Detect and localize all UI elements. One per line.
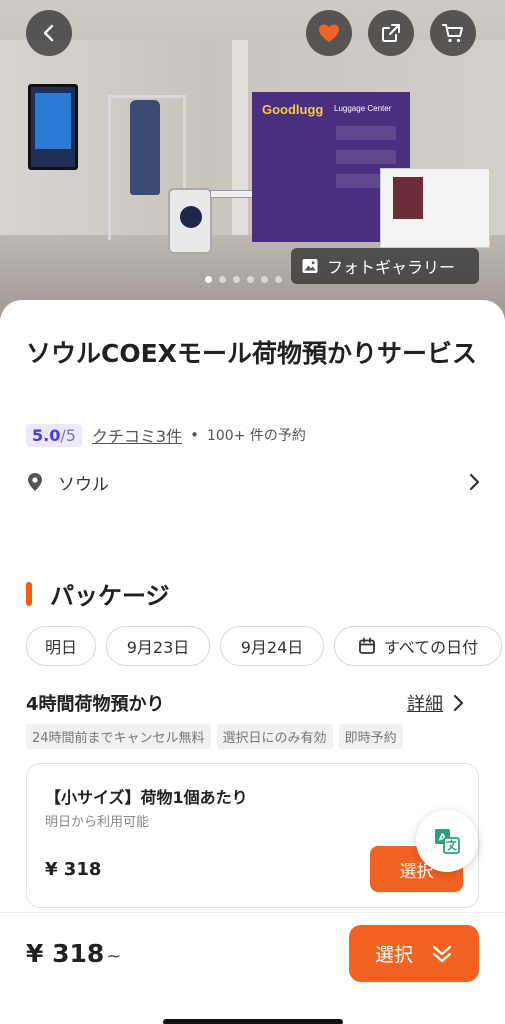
price-suffix: ~ [106,946,122,967]
bottom-booking-bar: ¥ 318 ~ 選択 [0,912,505,1024]
photo-dot [205,276,212,283]
rating-value: 5.0 [32,425,61,445]
photo-dot [247,276,254,283]
bottom-price-value: ¥ 318 [26,939,105,968]
photo-gallery-label: フォトギャラリー [327,258,456,277]
package-tag: 24時間前までキャンセル無料 [26,724,211,749]
package-tags: 24時間前までキャンセル無料 選択日にのみ有効 即時予約 [26,724,403,749]
rating-max: /5 [60,425,76,445]
chevron-double-down-icon [432,945,452,962]
photo-indicator [205,276,282,283]
photo-gallery-button[interactable]: フォトギャラリー [291,248,479,284]
share-icon [382,24,400,42]
hero-photo[interactable]: Goodlugg Luggage Center フォトギャラリー [0,0,505,320]
offer-price: ¥ 318 [45,859,102,880]
date-chip-label: 明日 [44,638,77,657]
location-label: ソウル [58,474,109,495]
offer-availability: 明日から利用可能 [45,815,150,830]
bottom-select-button[interactable]: 選択 [349,925,479,982]
panel-logo: Goodlugg [262,102,324,117]
home-indicator [163,1019,343,1024]
offer-card: 【小サイズ】荷物1個あたり 明日から利用可能 ¥ 318 選択 [26,763,479,908]
hero-pillar [232,40,248,240]
translate-icon: A [435,829,460,854]
product-title: ソウルCOEXモール荷物預かりサービス [26,339,477,368]
chevron-right-icon [469,473,480,491]
date-selector: 明日 9月23日 9月24日 すべての日付 [26,626,502,666]
coat [130,100,160,195]
kiosk-machine [28,84,78,170]
favorite-button[interactable] [306,10,352,56]
back-button[interactable] [26,10,72,56]
photo-dot [261,276,268,283]
bookings-count: 100+ 件の予約 [206,428,306,444]
chevron-right-icon [453,694,464,712]
cart-icon [442,24,463,43]
panel-title: Luggage Center [334,104,392,113]
image-icon [302,259,318,273]
bottom-price: ¥ 318 ~ [26,939,121,968]
photo-dot [219,276,226,283]
package-tag: 選択日にのみ有効 [216,724,333,749]
calendar-icon [358,637,375,654]
location-pin-icon [28,473,42,491]
heart-icon [319,24,339,42]
service-counter [380,168,490,248]
cart-button[interactable] [430,10,476,56]
photo-dot [275,276,282,283]
reviews-link[interactable]: クチコミ3件 [92,423,182,447]
date-chip-label: 9月24日 [240,638,304,657]
bottom-select-label: 選択 [374,944,413,966]
rating-badge: 5.0/5 [26,423,82,447]
date-chip-label: すべての日付 [383,638,479,657]
date-chip-tomorrow[interactable]: 明日 [26,626,96,666]
section-accent-bar [26,581,32,606]
package-detail-link[interactable]: 詳細 [407,690,465,716]
packages-heading: パッケージ [26,576,170,611]
separator: • [190,426,199,444]
photo-dot [233,276,240,283]
date-chip-label: 9月23日 [126,638,190,657]
package-tag: 即時予約 [338,724,403,749]
date-chip-sep24[interactable]: 9月24日 [220,626,324,666]
package-name: 4時間荷物預かり [26,694,165,715]
section-title: パッケージ [50,582,170,610]
rating-row: 5.0/5 クチコミ3件 • 100+ 件の予約 [26,421,306,449]
offer-title: 【小サイズ】荷物1個あたり [45,788,248,807]
suitcase [168,188,212,254]
detail-label: 詳細 [407,694,443,715]
date-chip-all-dates[interactable]: すべての日付 [334,626,502,666]
back-icon [43,24,54,42]
share-button[interactable] [368,10,414,56]
location-row[interactable]: ソウル [26,468,481,496]
date-chip-sep23[interactable]: 9月23日 [106,626,210,666]
translate-button[interactable]: A [416,810,478,872]
